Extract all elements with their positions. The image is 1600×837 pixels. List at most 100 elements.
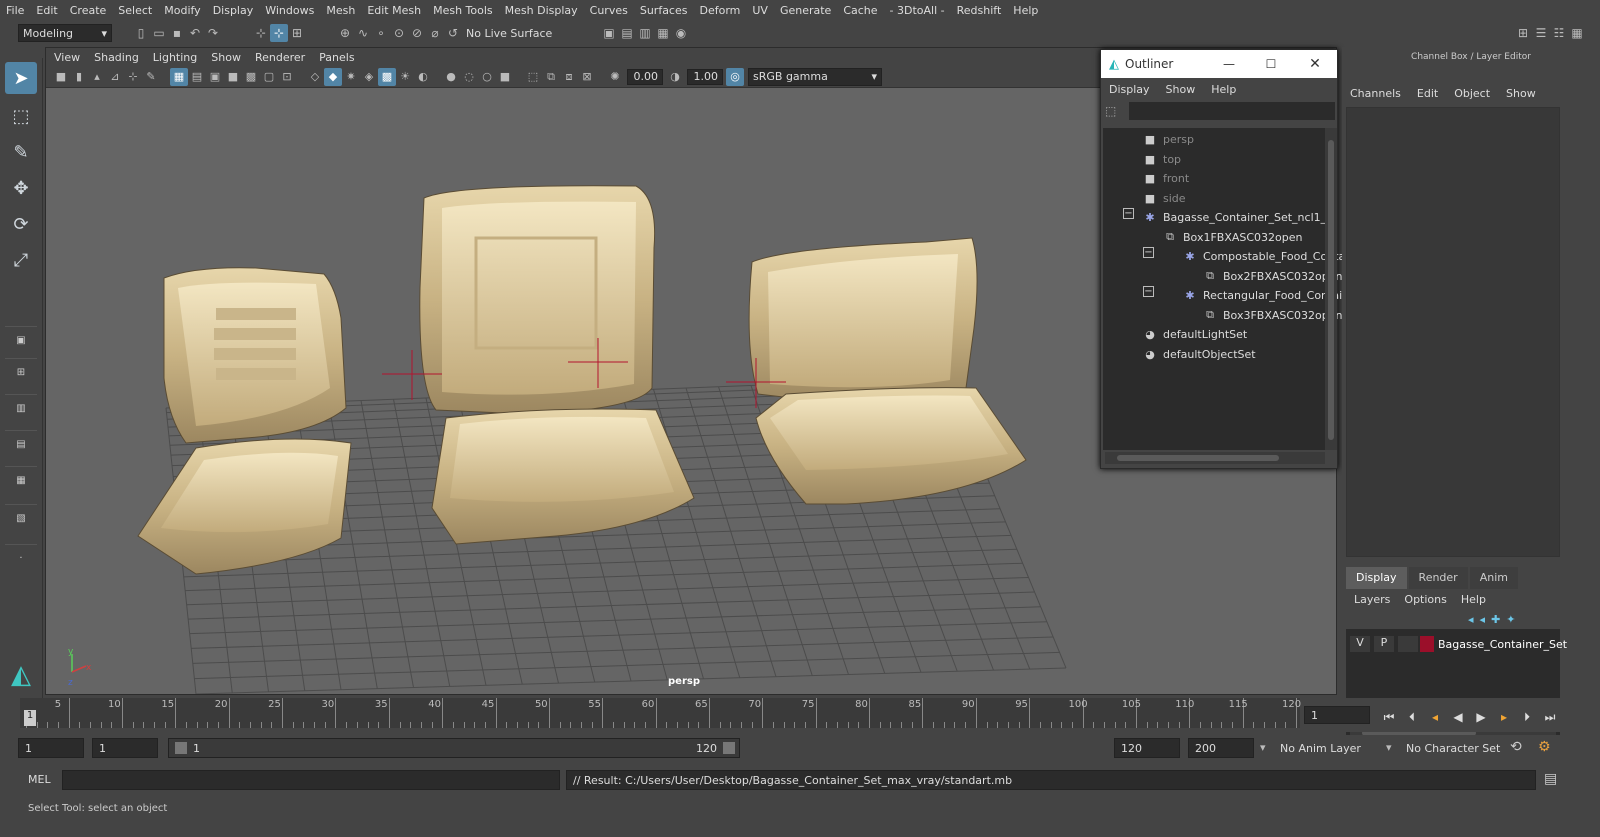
- safe-title-icon[interactable]: ⊡: [278, 68, 296, 86]
- four-view-layout-icon[interactable]: ⊞: [5, 358, 37, 386]
- select-component-icon[interactable]: ⊞: [288, 24, 306, 42]
- hypershade-icon[interactable]: ◉: [672, 24, 690, 42]
- layer-name[interactable]: Bagasse_Container_Set: [1438, 638, 1567, 651]
- time-slider[interactable]: 5 10 15 20 25 30 35 40 45 50 55 60 65 70 75 80 85 90 95 100…: [0, 698, 1600, 732]
- layer-menu-help[interactable]: Help: [1461, 593, 1486, 606]
- minimize-icon[interactable]: —: [1209, 57, 1249, 71]
- gate-mask-icon[interactable]: ■: [224, 68, 242, 86]
- move-layer-up-icon[interactable]: ◂: [1468, 613, 1474, 626]
- exposure-field[interactable]: 0.00: [627, 68, 663, 85]
- command-language-label[interactable]: MEL: [28, 773, 51, 786]
- menu-3dtoall[interactable]: - 3DtoAll -: [890, 4, 945, 17]
- select-hierarchy-icon[interactable]: ⊹: [252, 24, 270, 42]
- outliner-menu-display[interactable]: Display: [1109, 83, 1150, 96]
- menu-redshift[interactable]: Redshift: [957, 4, 1002, 17]
- time-slider-track[interactable]: 5 10 15 20 25 30 35 40 45 50 55 60 65 70 75 80 85 90 95 100…: [20, 698, 1301, 728]
- textured-icon[interactable]: ▩: [378, 67, 396, 86]
- film-gate-icon[interactable]: ▤: [188, 68, 206, 86]
- custom-layout-icon[interactable]: ·: [5, 544, 37, 572]
- outliner-search-input[interactable]: [1129, 102, 1335, 120]
- menu-file[interactable]: File: [6, 4, 24, 17]
- range-end-handle[interactable]: [723, 742, 735, 754]
- outliner-item[interactable]: ✱ Compostable_Food_Contai: [1183, 247, 1348, 266]
- snap-view-icon[interactable]: ⊘: [408, 24, 426, 42]
- two-d-pan-zoom-icon[interactable]: ⊹: [124, 68, 142, 86]
- tab-display[interactable]: Display: [1346, 567, 1407, 589]
- tab-render[interactable]: Render: [1408, 567, 1468, 589]
- scale-tool-icon[interactable]: ⤢: [5, 244, 37, 276]
- channel-menu-edit[interactable]: Edit: [1417, 87, 1438, 100]
- collapse-icon[interactable]: −: [1143, 247, 1154, 258]
- collapse-icon[interactable]: −: [1143, 286, 1154, 297]
- filter-icon[interactable]: ⬚: [1105, 104, 1125, 122]
- menu-windows[interactable]: Windows: [265, 4, 314, 17]
- live-surface-label[interactable]: No Live Surface: [466, 27, 570, 40]
- tool-settings-icon[interactable]: ☷: [1550, 24, 1568, 42]
- camera-attributes-icon[interactable]: ▮: [70, 68, 88, 86]
- layer-display-type-toggle[interactable]: [1398, 636, 1418, 652]
- outliner-item[interactable]: ⧉ Box2FBXASC032open: [1203, 267, 1342, 286]
- open-scene-icon[interactable]: ▭: [150, 24, 168, 42]
- channel-menu-object[interactable]: Object: [1454, 87, 1490, 100]
- move-tool-icon[interactable]: ✥: [5, 172, 37, 204]
- menu-modify[interactable]: Modify: [164, 4, 200, 17]
- move-layer-down-icon[interactable]: ◂: [1480, 613, 1486, 626]
- modeling-toolkit-icon[interactable]: ⊞: [1514, 24, 1532, 42]
- channel-menu-channels[interactable]: Channels: [1350, 87, 1401, 100]
- menu-deform[interactable]: Deform: [699, 4, 740, 17]
- new-layer-selected-icon[interactable]: ✦: [1506, 613, 1515, 626]
- snap-curve-icon[interactable]: ∿: [354, 24, 372, 42]
- snap-grid-icon[interactable]: ⊕: [336, 24, 354, 42]
- new-scene-icon[interactable]: ▯: [132, 24, 150, 42]
- ipr-render-icon[interactable]: ▥: [636, 24, 654, 42]
- container-box2[interactable]: [419, 185, 695, 545]
- menu-edit-mesh[interactable]: Edit Mesh: [367, 4, 421, 17]
- outliner-item[interactable]: ■ top: [1143, 150, 1181, 169]
- save-scene-icon[interactable]: ▪: [168, 24, 186, 42]
- lasso-tool-icon[interactable]: ⬚: [5, 100, 37, 132]
- go-to-end-icon[interactable]: ⏭: [1541, 708, 1559, 726]
- menu-uv[interactable]: UV: [752, 4, 768, 17]
- current-frame-marker[interactable]: 1: [24, 710, 36, 726]
- redo-icon[interactable]: ↷: [204, 24, 222, 42]
- chevron-down-icon[interactable]: ▾: [1386, 741, 1392, 754]
- character-set-selector[interactable]: No Character Set: [1400, 738, 1504, 758]
- default-material-icon[interactable]: ◈: [360, 68, 378, 86]
- persp-outliner-layout-icon[interactable]: ▥: [5, 394, 37, 422]
- viewport-menu-panels[interactable]: Panels: [319, 51, 354, 64]
- playback-end-field[interactable]: 120: [1114, 738, 1180, 758]
- menu-generate[interactable]: Generate: [780, 4, 831, 17]
- outliner-vscrollbar[interactable]: [1325, 128, 1337, 450]
- camera-select-icon[interactable]: ■: [52, 68, 70, 86]
- attribute-editor-icon[interactable]: ☰: [1532, 24, 1550, 42]
- container-box1[interactable]: [137, 267, 352, 575]
- viewport-menu-view[interactable]: View: [54, 51, 80, 64]
- motion-blur-icon[interactable]: ◌: [460, 68, 478, 86]
- render-frame-icon[interactable]: ▤: [618, 24, 636, 42]
- menu-help[interactable]: Help: [1013, 4, 1038, 17]
- select-tool-icon[interactable]: ➤: [5, 62, 37, 94]
- xray-joints-icon[interactable]: ⧈: [560, 68, 578, 86]
- range-start-handle[interactable]: [175, 742, 187, 754]
- rotate-tool-icon[interactable]: ⟳: [5, 208, 37, 240]
- menu-surfaces[interactable]: Surfaces: [640, 4, 688, 17]
- use-lights-icon[interactable]: ☀: [396, 68, 414, 86]
- exposure-icon[interactable]: ✺: [606, 68, 624, 86]
- step-forward-frame-icon[interactable]: ⏵: [1518, 708, 1536, 726]
- viewport-menu-lighting[interactable]: Lighting: [153, 51, 197, 64]
- isolate-select-icon[interactable]: ⬚: [524, 68, 542, 86]
- wireframe-icon[interactable]: ◇: [306, 68, 324, 86]
- play-backwards-icon[interactable]: ◀: [1449, 708, 1467, 726]
- render-view-icon[interactable]: ▣: [600, 24, 618, 42]
- resolution-gate-icon[interactable]: ▣: [206, 68, 224, 86]
- bookmark-icon[interactable]: ▴: [88, 68, 106, 86]
- range-slider[interactable]: 1 120: [168, 738, 740, 758]
- new-layer-icon[interactable]: ✚: [1491, 613, 1500, 626]
- depth-of-field-icon[interactable]: ■: [496, 68, 514, 86]
- outliner-item[interactable]: ■ side: [1143, 189, 1186, 208]
- channel-box-icon[interactable]: ▦: [1568, 24, 1586, 42]
- anim-layer-selector[interactable]: No Anim Layer: [1274, 738, 1386, 758]
- field-chart-icon[interactable]: ▩: [242, 68, 260, 86]
- outliner-menu-show[interactable]: Show: [1166, 83, 1196, 96]
- menu-display[interactable]: Display: [213, 4, 254, 17]
